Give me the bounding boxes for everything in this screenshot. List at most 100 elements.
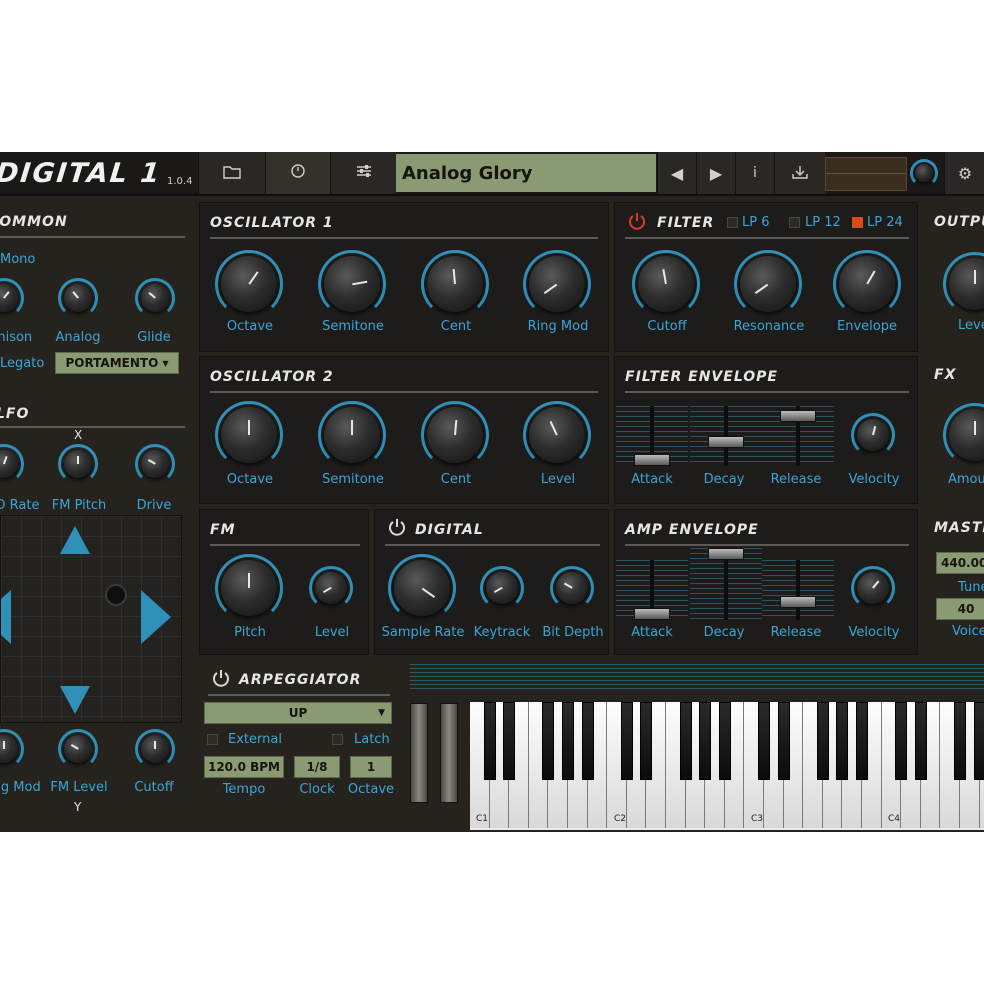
filter-cutoff-knob[interactable] — [632, 250, 700, 318]
prev-preset-button[interactable]: ◀ — [657, 152, 696, 194]
black-key[interactable] — [503, 702, 516, 780]
osc1-ring-mod-knob[interactable] — [523, 250, 591, 318]
keytrack-label: Keytrack — [473, 625, 531, 640]
clock-field[interactable]: 1/8 — [294, 756, 340, 778]
filter-resonance-knob[interactable] — [734, 250, 802, 318]
black-key[interactable] — [483, 702, 496, 780]
output-level-label: Level — [958, 318, 984, 333]
osc2-semitone-knob[interactable] — [318, 401, 386, 469]
black-key[interactable] — [542, 702, 555, 780]
black-key[interactable] — [914, 702, 927, 780]
next-preset-button[interactable]: ▶ — [696, 152, 735, 194]
osc2-cent-knob[interactable] — [421, 401, 489, 469]
drive-knob[interactable] — [135, 444, 175, 484]
analog-knob[interactable] — [58, 278, 98, 318]
glide-knob[interactable] — [135, 278, 175, 318]
lp24-label[interactable]: LP 24 — [867, 215, 903, 230]
osc1-semitone-knob[interactable] — [318, 250, 386, 318]
latch-label[interactable]: Latch — [354, 732, 390, 747]
filter-decay-fader[interactable] — [690, 406, 762, 466]
black-key[interactable] — [895, 702, 908, 780]
fm-pitch-knob-label: Pitch — [234, 625, 266, 640]
portamento-select[interactable]: PORTAMENTO ▾ — [55, 352, 179, 374]
arp-power-icon[interactable] — [211, 668, 231, 692]
osc2-semitone-label: Semitone — [322, 472, 384, 487]
black-key[interactable] — [954, 702, 966, 780]
filter-attack-fader[interactable] — [616, 406, 688, 466]
osc1-octave-knob[interactable] — [215, 250, 283, 318]
history-button[interactable] — [265, 152, 330, 194]
lp6-label[interactable]: LP 6 — [742, 215, 770, 230]
filter-envelope-knob[interactable] — [833, 250, 901, 318]
black-key[interactable] — [562, 702, 574, 780]
arp-title: ARPEGGIATOR — [239, 672, 362, 688]
save-button[interactable] — [774, 152, 825, 194]
lp6-checkbox[interactable] — [727, 217, 738, 228]
fm-pitch-main-knob[interactable] — [215, 554, 283, 622]
black-key[interactable] — [777, 702, 790, 780]
amp-release-fader[interactable] — [762, 560, 834, 620]
arp-mode-select[interactable]: UP ▼ — [204, 702, 392, 724]
lp24-checkbox[interactable] — [852, 217, 863, 228]
black-key[interactable] — [973, 702, 984, 780]
amp-decay-fader[interactable] — [690, 548, 762, 620]
osc2-octave-knob[interactable] — [215, 401, 283, 469]
fx-amount-knob[interactable] — [943, 403, 984, 467]
bit-depth-knob[interactable] — [550, 566, 594, 610]
voices-field[interactable]: 40 — [936, 598, 984, 620]
master-volume-knob[interactable] — [910, 159, 938, 187]
filter-velocity-knob[interactable] — [851, 413, 895, 457]
xy-pad[interactable] — [0, 515, 182, 723]
black-key[interactable] — [620, 702, 633, 780]
fm-level-knob[interactable] — [58, 729, 98, 769]
external-checkbox[interactable] — [207, 734, 218, 745]
lp12-label[interactable]: LP 12 — [805, 215, 841, 230]
amp-attack-fader[interactable] — [616, 560, 688, 620]
info-button[interactable]: i — [735, 152, 774, 194]
black-key[interactable] — [679, 702, 692, 780]
filter-power-icon[interactable] — [627, 211, 647, 235]
mod-wheel[interactable] — [440, 703, 458, 803]
pitch-wheel[interactable] — [410, 703, 428, 803]
xy-pad-handle[interactable] — [105, 584, 127, 606]
keytrack-knob[interactable] — [480, 566, 524, 610]
osc2-level-label: Level — [540, 472, 576, 487]
amp-velocity-knob[interactable] — [851, 566, 895, 610]
black-key[interactable] — [758, 702, 770, 780]
black-key[interactable] — [856, 702, 868, 780]
tempo-field[interactable]: 120.0 BPM — [204, 756, 284, 778]
filter-release-fader[interactable] — [762, 406, 834, 466]
settings-button[interactable]: ⚙ — [944, 152, 984, 194]
mono-label[interactable]: Mono — [0, 252, 35, 267]
black-key[interactable] — [816, 702, 829, 780]
fm-level-main-knob[interactable] — [309, 566, 353, 610]
latch-checkbox[interactable] — [332, 734, 343, 745]
osc2-level-knob[interactable] — [523, 401, 591, 469]
external-label[interactable]: External — [228, 732, 282, 747]
ring-mod-knob[interactable] — [0, 729, 24, 769]
browse-button[interactable] — [198, 152, 265, 194]
piano-keyboard[interactable]: C1 C2 C3 C4 — [470, 702, 984, 830]
sample-rate-knob[interactable] — [388, 554, 456, 622]
black-key[interactable] — [581, 702, 594, 780]
legato-label[interactable]: Legato — [0, 356, 44, 371]
filter-divider — [625, 237, 909, 239]
edit-button[interactable] — [330, 152, 396, 194]
lp12-checkbox[interactable] — [789, 217, 800, 228]
lfo-rate-knob[interactable] — [0, 444, 24, 484]
digital-power-icon[interactable] — [387, 517, 407, 541]
tune-field[interactable]: 440.00 — [936, 552, 984, 574]
cutoff-mod-knob[interactable] — [135, 729, 175, 769]
info-icon: i — [753, 165, 757, 181]
black-key[interactable] — [836, 702, 849, 780]
fm-pitch-knob[interactable] — [58, 444, 98, 484]
octave-field[interactable]: 1 — [350, 756, 392, 778]
black-key[interactable] — [640, 702, 653, 780]
output-level-knob[interactable] — [943, 252, 984, 316]
preset-name[interactable]: Analog Glory — [396, 154, 656, 192]
osc1-cent-knob[interactable] — [421, 250, 489, 318]
black-key[interactable] — [718, 702, 731, 780]
common-divider — [0, 236, 185, 238]
lfo-rate-label: LFO Rate — [0, 498, 40, 513]
black-key[interactable] — [699, 702, 712, 780]
